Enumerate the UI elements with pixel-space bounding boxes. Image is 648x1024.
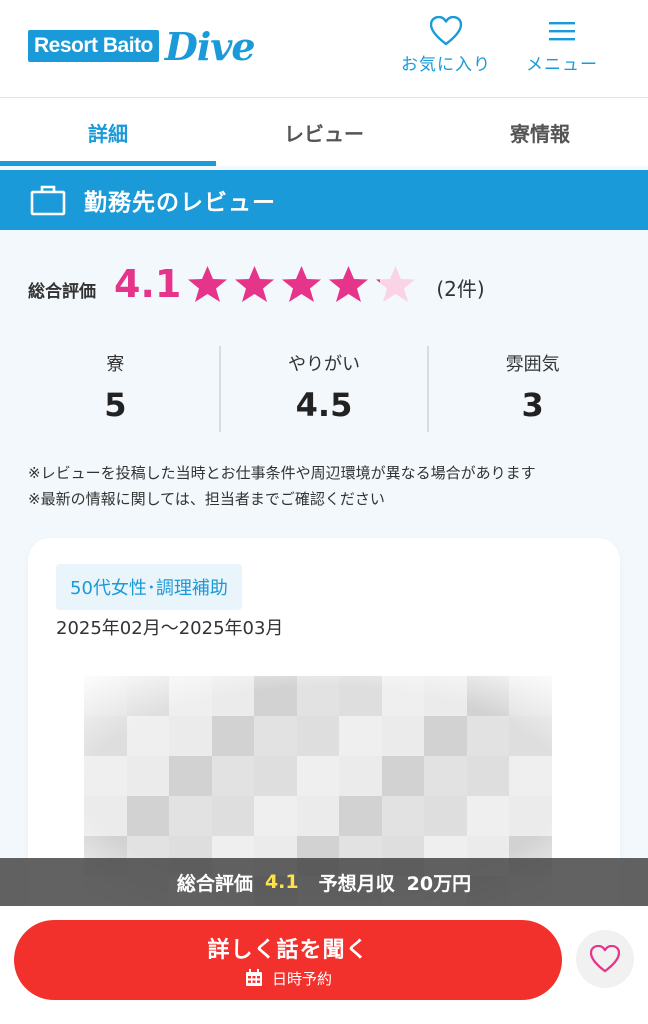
star-icon [188,266,228,302]
favorites-button[interactable]: お気に入り [400,16,492,75]
blur-cell [381,716,425,756]
logo[interactable]: Resort Baito Dive [28,22,256,70]
blur-cell [296,676,340,716]
blur-cell [296,756,340,796]
blur-cell [509,676,552,716]
blur-cell [509,756,552,796]
blur-cell [126,756,170,796]
section-banner: 勤務先のレビュー [0,170,648,230]
blur-cell [381,796,425,836]
disclaimer-line: ※最新の情報に関しては、担当者までご確認ください [28,490,385,508]
sub-rating-atmosphere: 雰囲気 3 [429,346,636,432]
inquire-button-label: 詳しく話を聞く [207,937,369,963]
logo-text: Dive [164,23,256,69]
blur-cell [339,796,382,836]
blur-cell [84,796,127,836]
blur-cell [296,796,340,836]
sub-rating-fulfillment: やりがい 4.5 [221,346,430,432]
blur-cell [509,796,552,836]
blur-cell [381,676,425,716]
summary-rating-value: 4.1 [264,871,299,893]
summary-bar: 総合評価 4.1 予想月収 20万円 [0,858,648,906]
sub-rating-value: 3 [521,386,544,424]
blur-cell [211,676,255,716]
review-period: 2025年02月～2025年03月 [56,618,284,639]
menu-label: メニュー [526,55,598,75]
footer: 詳しく話を聞く 日時予約 [0,906,648,1024]
blur-cell [466,796,510,836]
blur-cell [126,796,170,836]
blur-cell [466,676,510,716]
tab-bar: 詳細 レビュー 寮情報 [0,98,648,166]
blur-cell [466,756,510,796]
heart-icon [590,945,620,973]
calendar-icon [245,969,262,986]
blur-cell [254,676,297,716]
star-rating [185,264,420,304]
blur-cell [339,676,382,716]
tab-reviews[interactable]: レビュー [216,98,432,166]
star-icon [282,266,322,302]
blur-cell [381,756,425,796]
sub-rating-label: 雰囲気 [505,354,560,375]
blur-cell [339,716,382,756]
sub-rating-value: 5 [104,386,127,424]
sub-rating-label: やりがい [288,354,360,375]
briefcase-icon [30,185,66,216]
summary-income-value: 20万円 [406,872,472,895]
sub-ratings: 寮 5 やりがい 4.5 雰囲気 3 [12,346,636,432]
heart-icon [430,16,462,46]
inquire-button[interactable]: 詳しく話を聞く 日時予約 [14,920,562,1000]
overall-label: 総合評価 [28,281,96,302]
blur-cell [169,796,212,836]
star-icon [235,266,275,302]
logo-box: Resort Baito [28,30,159,62]
star-icon [376,266,416,302]
favorites-label: お気に入り [401,55,491,75]
summary-rating-label: 総合評価 [176,872,253,895]
blur-cell [84,716,127,756]
summary-income-label: 予想月収 [318,872,395,895]
menu-icon [549,22,575,41]
blur-cell [211,756,255,796]
blur-cell [424,676,467,716]
blur-cell [126,716,170,756]
blur-cell [211,716,255,756]
header: Resort Baito Dive お気に入り メニュー [0,0,648,98]
disclaimer-notes: ※レビューを投稿した当時とお仕事条件や周辺環境が異なる場合があります ※最新の情… [28,460,536,512]
sub-rating-dorm: 寮 5 [12,346,221,432]
blur-cell [169,716,212,756]
blur-cell [466,716,510,756]
blur-cell [339,756,382,796]
blur-cell [211,796,255,836]
blur-cell [424,756,467,796]
blur-cell [254,716,297,756]
reservation-row: 日時予約 [244,968,332,989]
blur-cell [424,796,467,836]
reviewer-tag: 50代女性･調理補助 [56,564,242,610]
blur-cell [424,716,467,756]
blur-cell [126,676,170,716]
sub-rating-label: 寮 [106,354,125,375]
overall-rating: 総合評価 4.1 (2件) [28,262,485,306]
tab-details[interactable]: 詳細 [0,98,216,166]
section-title: 勤務先のレビュー [84,190,276,216]
star-icon [329,266,369,302]
blur-cell [169,756,212,796]
favorite-toggle-button[interactable] [576,930,634,988]
blur-cell [84,756,127,796]
tab-dorm-info[interactable]: 寮情報 [432,98,648,166]
blur-cell [296,716,340,756]
blur-cell [169,676,212,716]
blur-cell [509,716,552,756]
blur-cell [84,676,127,716]
review-count: (2件) [436,276,485,301]
blur-cell [254,756,297,796]
blur-cell [254,796,297,836]
overall-score: 4.1 [114,262,182,306]
menu-button[interactable]: メニュー [522,16,602,75]
sub-rating-value: 4.5 [295,386,353,424]
reservation-label: 日時予約 [271,969,332,988]
disclaimer-line: ※レビューを投稿した当時とお仕事条件や周辺環境が異なる場合があります [28,464,536,482]
